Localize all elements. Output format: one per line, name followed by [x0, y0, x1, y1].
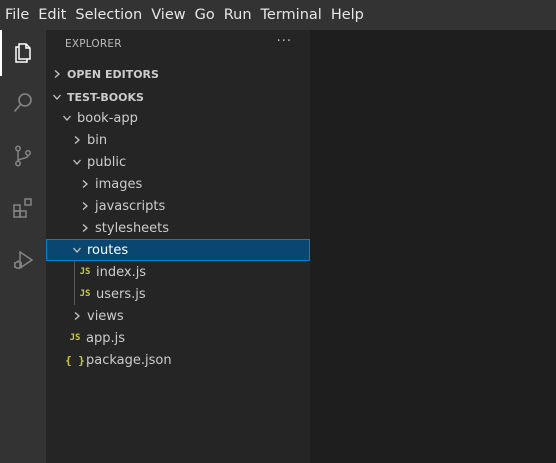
tree-file-app-js[interactable]: JS app.js [46, 327, 310, 349]
activity-bar [0, 30, 46, 463]
workspace-section[interactable]: TEST-BOOKS [46, 86, 310, 108]
tree-label: app.js [86, 330, 125, 346]
sidebar-title: EXPLORER [65, 38, 122, 50]
tree-label: package.json [86, 352, 172, 368]
chevron-right-icon [69, 308, 85, 324]
source-control-icon[interactable] [0, 133, 46, 179]
chevron-right-icon [49, 66, 65, 82]
tree-label: routes [87, 242, 129, 258]
tree-folder-routes[interactable]: routes [46, 239, 310, 261]
menu-edit[interactable]: Edit [35, 0, 72, 30]
menu-selection[interactable]: Selection [72, 0, 148, 30]
tree-file-index-js[interactable]: JS index.js [46, 261, 310, 283]
tree-file-package-json[interactable]: { } package.json [46, 349, 310, 371]
tree-label: javascripts [95, 198, 166, 214]
tree-label: index.js [96, 264, 147, 280]
js-file-icon: JS [69, 333, 81, 343]
tree-folder-bin[interactable]: bin [46, 129, 310, 151]
chevron-down-icon [69, 242, 85, 258]
explorer-icon[interactable] [0, 30, 46, 76]
chevron-right-icon [69, 132, 85, 148]
tree-folder-images[interactable]: images [46, 173, 310, 195]
chevron-right-icon [77, 198, 93, 214]
tree-folder-views[interactable]: views [46, 305, 310, 327]
chevron-down-icon [69, 154, 85, 170]
open-editors-label: OPEN EDITORS [67, 67, 159, 81]
json-file-icon: { } [65, 353, 85, 367]
chevron-down-icon [49, 89, 65, 105]
js-file-icon: JS [79, 267, 91, 277]
extensions-icon[interactable] [0, 185, 46, 231]
chevron-right-icon [77, 220, 93, 236]
js-file-icon: JS [79, 289, 91, 299]
search-icon[interactable] [0, 80, 46, 126]
run-debug-icon[interactable] [0, 237, 46, 283]
tree-label: images [95, 176, 143, 192]
editor-area[interactable] [310, 30, 556, 463]
explorer-sidebar: EXPLORER ··· OPEN EDITORS TEST-BOOKS boo… [46, 30, 310, 463]
menu-file[interactable]: File [2, 0, 35, 30]
tree-folder-javascripts[interactable]: javascripts [46, 195, 310, 217]
chevron-right-icon [77, 176, 93, 192]
menu-bar: File Edit Selection View Go Run Terminal… [0, 0, 556, 30]
tree-label: users.js [96, 286, 146, 302]
tree-label: stylesheets [95, 220, 170, 236]
tree-label: bin [87, 132, 108, 148]
indent-guide [74, 283, 75, 305]
menu-help[interactable]: Help [328, 0, 370, 30]
chevron-down-icon [59, 110, 75, 126]
tree-label: public [87, 154, 127, 170]
tree-file-users-js[interactable]: JS users.js [46, 283, 310, 305]
indent-guide [74, 261, 75, 283]
menu-terminal[interactable]: Terminal [258, 0, 328, 30]
menu-go[interactable]: Go [192, 0, 221, 30]
workspace-label: TEST-BOOKS [67, 90, 144, 104]
menu-run[interactable]: Run [221, 0, 258, 30]
open-editors-section[interactable]: OPEN EDITORS [46, 63, 310, 85]
tree-label: views [87, 308, 124, 324]
active-indicator [0, 30, 2, 76]
tree-folder-stylesheets[interactable]: stylesheets [46, 217, 310, 239]
more-actions-button[interactable]: ··· [277, 34, 292, 49]
tree-label: book-app [77, 110, 138, 126]
menu-view[interactable]: View [148, 0, 191, 30]
tree-folder-book-app[interactable]: book-app [46, 107, 310, 129]
tree-folder-public[interactable]: public [46, 151, 310, 173]
